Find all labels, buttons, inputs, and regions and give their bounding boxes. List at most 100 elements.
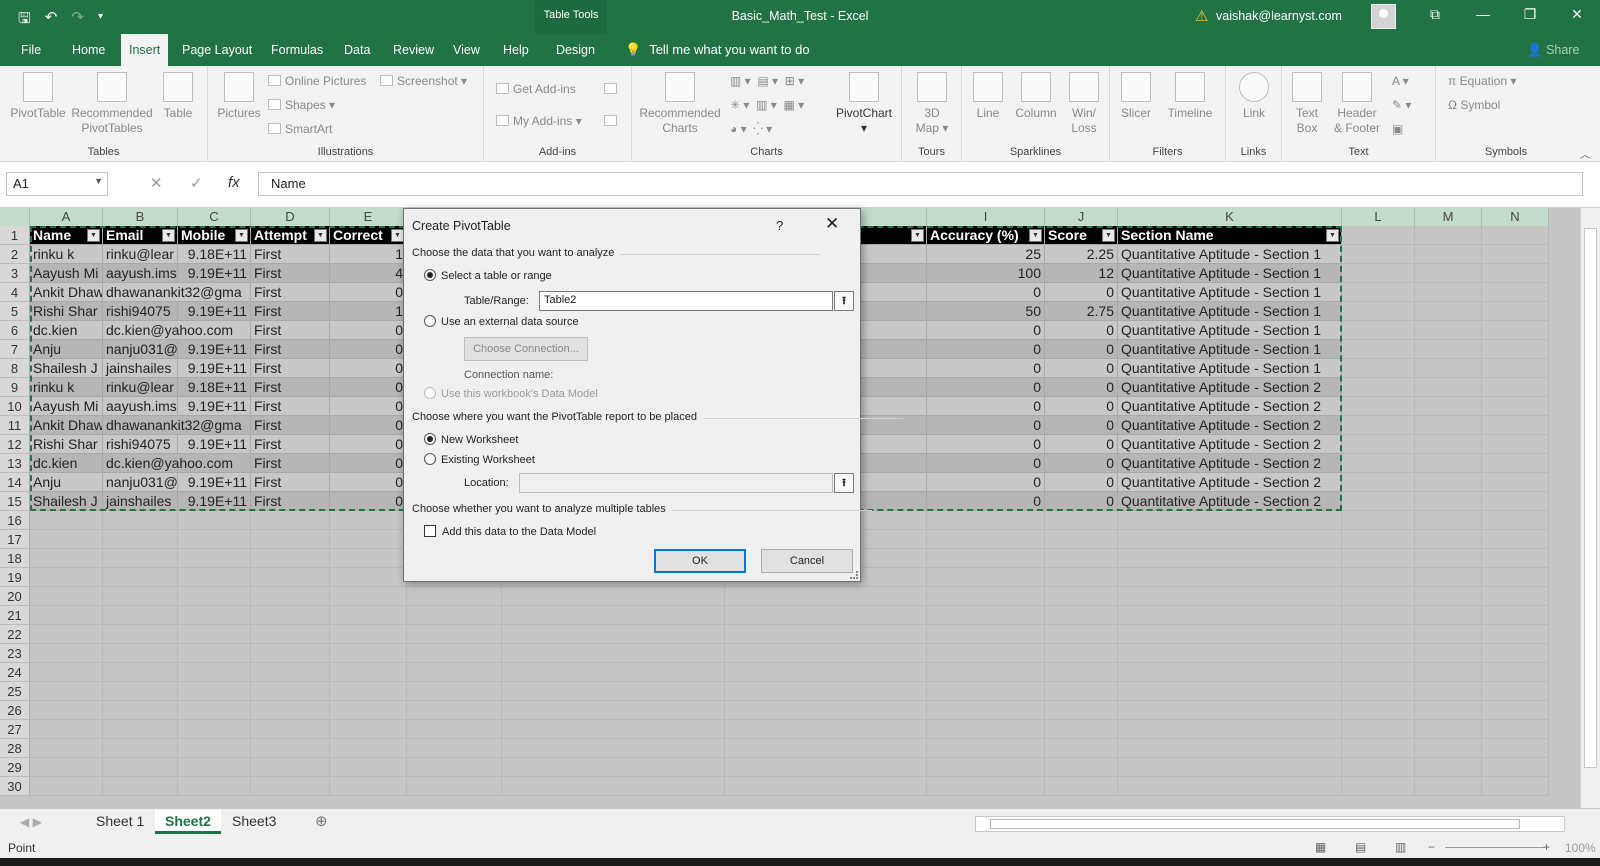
cell[interactable] [178,758,251,777]
cell[interactable] [1342,264,1415,283]
cell[interactable] [178,568,251,587]
cell[interactable] [927,587,1045,606]
save-icon[interactable]: 🖫 [18,8,31,33]
equation-button[interactable]: π Equation ▾ [1448,74,1516,88]
cell[interactable] [725,644,927,663]
cell[interactable] [178,720,251,739]
row-header[interactable]: 4 [0,283,30,302]
cell[interactable] [1482,739,1549,758]
cell[interactable] [251,701,330,720]
cell[interactable] [103,606,178,625]
cell[interactable] [251,758,330,777]
cell[interactable] [1342,587,1415,606]
table-header-cell[interactable]: Email ▼ [103,226,178,245]
table-cell[interactable]: Quantitative Aptitude - Section 2 [1118,378,1342,397]
table-cell[interactable]: Ankit Dhaw [30,283,103,302]
cell[interactable] [178,606,251,625]
cell[interactable] [1118,568,1342,587]
cell[interactable] [1415,625,1482,644]
cell[interactable] [1118,587,1342,606]
table-cell[interactable]: 2.25 [1045,245,1118,264]
cell[interactable] [1342,606,1415,625]
table-cell[interactable]: 0 [330,435,407,454]
cell[interactable] [1415,226,1482,245]
cell[interactable] [1482,682,1549,701]
cell[interactable] [725,625,927,644]
cell[interactable] [330,701,407,720]
cell[interactable] [1482,321,1549,340]
cell[interactable] [1342,720,1415,739]
cell[interactable] [1482,511,1549,530]
table-cell[interactable]: dc.kien@yahoo.com [103,321,251,340]
textbox-button[interactable]: Text Box [1288,72,1326,136]
table-cell[interactable]: 0 [1045,321,1118,340]
cell[interactable] [330,587,407,606]
column-header[interactable]: I [927,208,1045,226]
table-cell[interactable]: First [251,378,330,397]
row-header[interactable]: 13 [0,454,30,473]
resize-grip-icon[interactable] [850,571,858,579]
tab-page-layout[interactable]: Page Layout [174,34,260,66]
table-cell[interactable]: First [251,283,330,302]
table-cell[interactable]: First [251,359,330,378]
table-cell[interactable]: 0 [927,454,1045,473]
table-cell[interactable]: 0 [927,283,1045,302]
cell[interactable] [30,511,103,530]
table-cell[interactable]: Anju [30,473,103,492]
table-cell[interactable]: 0 [927,359,1045,378]
timeline-button[interactable]: Timeline [1160,72,1220,121]
table-cell[interactable]: rinku k [30,245,103,264]
cell[interactable] [1118,720,1342,739]
cell[interactable] [1415,264,1482,283]
cell[interactable] [1118,549,1342,568]
cell[interactable] [251,720,330,739]
table-cell[interactable]: 0 [1045,359,1118,378]
ribbon-display-icon[interactable]: ⧉ [1420,6,1450,23]
pivottable-button[interactable]: PivotTable [8,72,68,121]
table-cell[interactable]: Anju [30,340,103,359]
cell[interactable] [178,739,251,758]
cell[interactable] [1118,758,1342,777]
row-header[interactable]: 1 [0,226,30,245]
cell[interactable] [1045,720,1118,739]
cell[interactable] [407,777,502,796]
cell[interactable] [30,644,103,663]
table-cell[interactable]: 12 [1045,264,1118,283]
table-cell[interactable]: 0 [330,416,407,435]
cell[interactable] [1045,777,1118,796]
table-button[interactable]: Table [158,72,198,121]
cell[interactable] [1415,397,1482,416]
row-header[interactable]: 19 [0,568,30,587]
people-graph-icon[interactable] [604,114,621,128]
filter-dropdown-icon[interactable]: ▼ [1029,229,1042,242]
filter-dropdown-icon[interactable]: ▼ [314,229,327,242]
zoom-level[interactable]: 100% [1565,841,1596,855]
cell[interactable] [407,587,502,606]
my-addins-button[interactable]: My Add-ins ▾ [496,114,582,128]
cell[interactable] [1415,340,1482,359]
table-cell[interactable]: 9.19E+11 [178,492,251,511]
cell[interactable] [725,758,927,777]
cell[interactable] [1482,283,1549,302]
table-cell[interactable]: 9.19E+11 [178,473,251,492]
cell[interactable] [1045,701,1118,720]
sparkline-winloss-button[interactable]: Win/Loss [1062,72,1106,136]
cell[interactable] [927,511,1045,530]
cell[interactable] [502,777,725,796]
table-cell[interactable]: dc.kien [30,454,103,473]
tab-insert[interactable]: Insert [121,34,169,66]
cell[interactable] [502,758,725,777]
object-icon[interactable]: ▣ [1392,122,1403,136]
cell[interactable] [1342,359,1415,378]
scroll-left-icon[interactable]: ◀ ▶ [20,815,42,829]
warning-icon[interactable]: ⚠ [1195,7,1208,25]
cell[interactable] [1415,302,1482,321]
cell[interactable] [251,644,330,663]
table-cell[interactable]: Quantitative Aptitude - Section 1 [1118,340,1342,359]
table-cell[interactable]: 0 [927,473,1045,492]
cell[interactable] [1415,378,1482,397]
cell[interactable] [1482,302,1549,321]
row-header[interactable]: 24 [0,663,30,682]
table-cell[interactable]: 0 [330,340,407,359]
collapse-range-icon[interactable]: ⭱ [834,291,854,311]
